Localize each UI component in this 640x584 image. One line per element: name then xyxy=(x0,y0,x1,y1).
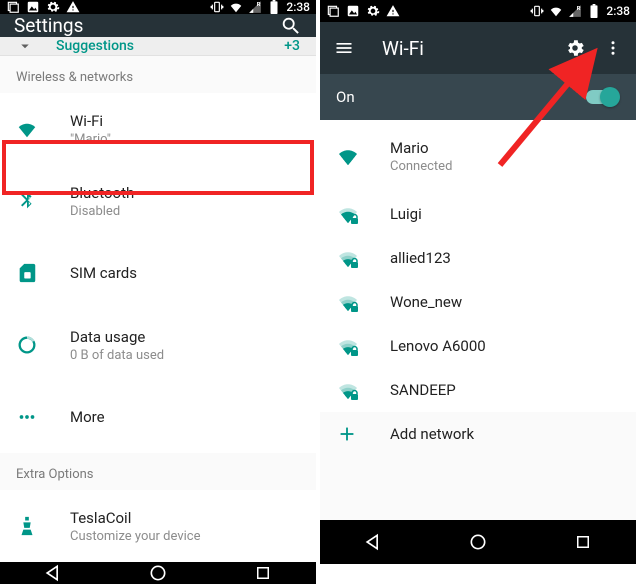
menu-icon[interactable] xyxy=(334,38,354,58)
wifi-icon xyxy=(16,118,70,140)
sim-label: SIM cards xyxy=(70,264,300,282)
wifi-network-row[interactable]: Lenovo A6000 xyxy=(320,324,636,368)
nav-bar xyxy=(320,520,636,564)
teslacoil-sub: Customize your device xyxy=(70,529,300,544)
sim-row[interactable]: SIM cards xyxy=(0,237,316,309)
subheader-extra: Extra Options xyxy=(0,453,316,490)
data-sub: 0 B of data used xyxy=(70,348,300,363)
wifi-network-row[interactable]: allied123 xyxy=(320,236,636,280)
settings-gear-icon[interactable] xyxy=(564,37,586,59)
warning-icon xyxy=(66,0,80,14)
back-nav-button[interactable] xyxy=(42,562,64,584)
suggestions-count: +3 xyxy=(284,38,300,54)
gear-status-icon xyxy=(46,0,60,14)
network-ssid: allied123 xyxy=(390,249,620,267)
data-label: Data usage xyxy=(70,328,300,346)
teslacoil-label: TeslaCoil xyxy=(70,509,300,527)
more-vertical-icon[interactable] xyxy=(604,37,622,59)
teslacoil-icon xyxy=(16,515,70,537)
wifi-network-row[interactable]: SANDEEP xyxy=(320,368,636,412)
clock-label: 2:38 xyxy=(286,0,310,14)
phone-left: R 2:38 Settings Suggestions +3 Wireless … xyxy=(0,0,316,564)
svg-text:R: R xyxy=(577,6,581,12)
image-icon xyxy=(346,4,360,18)
teslacoil-row[interactable]: TeslaCoil Customize your device xyxy=(0,490,316,562)
wifi-sub: "Mario" xyxy=(70,132,300,147)
battery-icon xyxy=(587,4,601,18)
svg-text:R: R xyxy=(257,2,261,8)
wifi-app-bar: Wi-Fi xyxy=(320,22,636,74)
wifi-network-row[interactable]: Luigi xyxy=(320,192,636,236)
data-usage-row[interactable]: Data usage 0 B of data used xyxy=(0,309,316,381)
wifi-row[interactable]: Wi-Fi "Mario" xyxy=(0,93,316,165)
bluetooth-label: Bluetooth xyxy=(70,184,300,202)
phone-right: R 2:38 Wi-Fi On Mario Connected xyxy=(320,0,636,564)
wifi-signal-icon xyxy=(336,334,390,358)
suggestions-label: Suggestions xyxy=(56,38,284,54)
network-ssid: Wone_new xyxy=(390,293,620,311)
recents-nav-button[interactable] xyxy=(252,562,274,584)
wifi-network-row[interactable]: Mario Connected xyxy=(320,120,636,192)
back-nav-button[interactable] xyxy=(362,531,384,553)
settings-app-bar: Settings xyxy=(0,14,316,37)
clock-label: 2:38 xyxy=(606,4,630,18)
network-ssid: Lenovo A6000 xyxy=(390,337,620,355)
home-nav-button[interactable] xyxy=(147,562,169,584)
home-nav-button[interactable] xyxy=(467,531,489,553)
wifi-signal-icon xyxy=(336,144,390,168)
search-icon[interactable] xyxy=(280,15,302,37)
appbar-title: Wi-Fi xyxy=(382,37,546,60)
wifi-signal-icon xyxy=(336,290,390,314)
wifi-network-row[interactable]: Wone_new xyxy=(320,280,636,324)
network-status: Connected xyxy=(390,159,620,174)
stack-icon xyxy=(326,4,340,18)
wifi-label: Wi-Fi xyxy=(70,112,300,130)
suggestions-row[interactable]: Suggestions +3 xyxy=(0,37,316,56)
cell-signal-icon: R xyxy=(248,0,262,14)
network-ssid: Luigi xyxy=(390,205,620,223)
wifi-signal-icon xyxy=(336,202,390,226)
more-horizontal-icon xyxy=(16,406,70,428)
chevron-down-icon xyxy=(16,37,34,55)
battery-icon xyxy=(267,0,281,14)
network-ssid: SANDEEP xyxy=(390,381,620,399)
image-icon xyxy=(26,0,40,14)
wifi-signal-icon xyxy=(336,246,390,270)
data-usage-icon xyxy=(16,334,70,356)
wifi-signal-icon xyxy=(336,378,390,402)
warning-icon xyxy=(386,4,400,18)
bluetooth-icon xyxy=(16,190,70,212)
more-row[interactable]: More xyxy=(0,381,316,453)
add-network-row[interactable]: Add network xyxy=(320,412,636,456)
more-label: More xyxy=(70,408,300,426)
plus-icon xyxy=(336,423,390,445)
bluetooth-sub: Disabled xyxy=(70,204,300,219)
wifi-status-icon xyxy=(229,0,243,14)
recents-nav-button[interactable] xyxy=(572,531,594,553)
network-ssid: Mario xyxy=(390,139,620,157)
wifi-toggle[interactable] xyxy=(584,87,620,107)
vibrate-icon xyxy=(210,0,224,14)
status-bar: R 2:38 xyxy=(320,0,636,22)
add-network-label: Add network xyxy=(390,425,620,443)
appbar-title: Settings xyxy=(14,14,262,37)
status-bar: R 2:38 xyxy=(0,0,316,14)
sim-card-icon xyxy=(16,262,70,284)
vibrate-icon xyxy=(530,4,544,18)
wifi-status-icon xyxy=(549,4,563,18)
wifi-toggle-bar: On xyxy=(320,74,636,120)
subheader-wireless: Wireless & networks xyxy=(0,56,316,93)
stack-icon xyxy=(6,0,20,14)
wifi-on-label: On xyxy=(336,88,584,106)
bluetooth-row[interactable]: Bluetooth Disabled xyxy=(0,165,316,237)
nav-bar xyxy=(0,562,316,584)
cell-signal-icon: R xyxy=(568,4,582,18)
gear-status-icon xyxy=(366,4,380,18)
